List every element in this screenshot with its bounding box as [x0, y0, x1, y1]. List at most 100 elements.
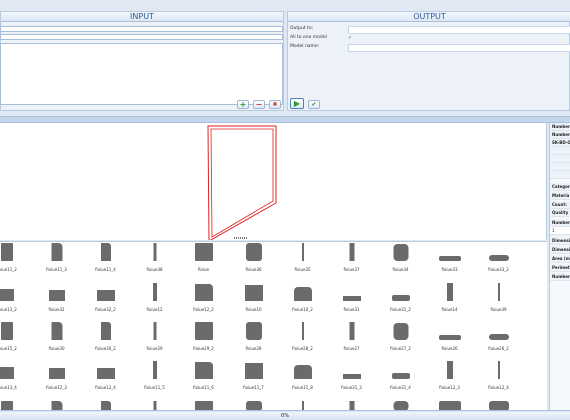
part-cell[interactable]: fixiue31_4: [376, 360, 425, 400]
part-cell[interactable]: [229, 400, 278, 410]
part-cell[interactable]: [425, 400, 474, 410]
property-row: Categor: [550, 183, 570, 191]
part-cell[interactable]: fixiue12_2: [179, 282, 228, 322]
input-file-list[interactable]: [0, 43, 283, 105]
output-to-input[interactable]: [348, 26, 570, 34]
input-field-2[interactable]: [0, 34, 283, 40]
part-thumbnail: [342, 374, 361, 379]
part-cell[interactable]: fixiue11_8: [278, 360, 327, 400]
part-cell[interactable]: [0, 400, 31, 410]
part-label: fixiue12: [146, 307, 163, 312]
part-thumbnail: [245, 322, 262, 340]
part-label: fixiue12_4: [488, 385, 509, 390]
part-cell[interactable]: fixiue38: [130, 242, 179, 282]
part-cell[interactable]: fixiue15_2: [0, 321, 31, 361]
progress-bar: 0%: [0, 412, 570, 420]
part-cell[interactable]: [179, 400, 228, 410]
property-row: [550, 171, 570, 179]
part-cell[interactable]: [474, 400, 523, 410]
part-cell[interactable]: fixiue11_5: [130, 360, 179, 400]
part-cell[interactable]: fixiue11_2: [0, 242, 31, 282]
part-label: fixiue11_2: [0, 267, 17, 272]
part-cell[interactable]: fixiue10: [229, 282, 278, 322]
part-cell[interactable]: fixiue31_3: [327, 360, 376, 400]
part-label: fixiue35: [294, 267, 311, 272]
part-cell[interactable]: fixiue36: [229, 242, 278, 282]
part-label: fixiue31_2: [390, 307, 411, 312]
part-label: fixiue28_2: [292, 346, 313, 351]
part-cell[interactable]: fixiue10_2: [278, 282, 327, 322]
part-thumbnail: [245, 401, 262, 410]
part-cell[interactable]: fixiue11_3: [32, 242, 81, 282]
part-cell[interactable]: fixiue28_2: [278, 321, 327, 361]
part-cell[interactable]: [376, 400, 425, 410]
part-cell[interactable]: fixiue13_2: [0, 282, 31, 322]
part-cell[interactable]: fixiue29_2: [179, 321, 228, 361]
property-row: Number: [550, 131, 570, 139]
property-row: Quality: [550, 209, 570, 217]
part-cell[interactable]: fixiue28: [229, 321, 278, 361]
part-cell[interactable]: fixiue27: [327, 321, 376, 361]
part-thumbnail: [0, 243, 13, 261]
part-cell[interactable]: fixiue39: [474, 282, 523, 322]
part-cell[interactable]: fixiue31: [327, 282, 376, 322]
part-cell[interactable]: [130, 400, 179, 410]
splitter-bar[interactable]: [0, 116, 570, 123]
part-cell[interactable]: fixiue26: [425, 321, 474, 361]
part-cell[interactable]: [32, 400, 81, 410]
part-cell[interactable]: fixiue12: [130, 282, 179, 322]
part-cell[interactable]: [327, 400, 376, 410]
property-row: [550, 163, 570, 171]
part-cell[interactable]: [81, 400, 130, 410]
model-name-input[interactable]: [348, 44, 570, 52]
part-cell[interactable]: [278, 400, 327, 410]
remove-button[interactable]: −: [253, 100, 265, 109]
part-cell[interactable]: fixiue12_3: [425, 360, 474, 400]
part-cell[interactable]: fixiue34: [376, 242, 425, 282]
add-button[interactable]: +: [237, 100, 249, 109]
part-label: fixiue26_2: [488, 346, 509, 351]
part-cell[interactable]: fixiue14: [425, 282, 474, 322]
input-header: INPUT: [1, 12, 283, 22]
part-thumbnail: [96, 290, 115, 301]
property-row: Materia: [550, 192, 570, 200]
part-cell[interactable]: fixiue13_4: [0, 360, 31, 400]
part-cell[interactable]: fixiue11_6: [179, 360, 228, 400]
part-cell[interactable]: fixiue26_2: [474, 321, 523, 361]
part-cell[interactable]: fixiue11_7: [229, 360, 278, 400]
part-label: fixiue12_3: [46, 385, 67, 390]
part-label: fixiue10: [245, 307, 262, 312]
part-cell[interactable]: fixiue31_2: [376, 282, 425, 322]
all-to-one-checkbox[interactable]: ✓: [348, 34, 352, 42]
part-cell[interactable]: fixiue35: [278, 242, 327, 282]
part-cell[interactable]: fixiue27_2: [376, 321, 425, 361]
part-cell[interactable]: fixiue33_2: [474, 242, 523, 282]
part-cell[interactable]: fixiue29: [130, 321, 179, 361]
part-cell[interactable]: fixiue37: [327, 242, 376, 282]
confirm-button[interactable]: ✔: [308, 100, 320, 109]
part-cell[interactable]: fixiue12_3: [32, 360, 81, 400]
property-row: Dimensi: [550, 246, 570, 254]
model-name-row: Model name:: [288, 43, 570, 52]
input-field-1[interactable]: [0, 26, 283, 32]
property-row[interactable]: 1: [550, 227, 570, 235]
part-label: fixiue28: [245, 346, 262, 351]
run-button[interactable]: ▶: [290, 98, 304, 109]
part-cell[interactable]: fixiue32: [32, 282, 81, 322]
part-cell[interactable]: fixiue12_4: [81, 360, 130, 400]
part-cell[interactable]: fixiue30: [32, 321, 81, 361]
part-label: fixiue33: [441, 267, 458, 272]
preview-splitter-handle[interactable]: [234, 237, 248, 239]
part-thumbnail: [245, 243, 262, 261]
part-thumbnail: [51, 401, 62, 410]
all-to-one-row: All to one model ✓: [288, 34, 570, 42]
part-cell[interactable]: fixiue33: [425, 242, 474, 282]
property-row: Number: [550, 123, 570, 131]
clear-button[interactable]: ✖: [269, 100, 281, 109]
part-cell[interactable]: fixiue12_4: [474, 360, 523, 400]
part-cell[interactable]: fixiue: [179, 242, 228, 282]
part-cell[interactable]: fixiue32_2: [81, 282, 130, 322]
part-label: fixiue29_2: [193, 346, 214, 351]
part-cell[interactable]: fixiue11_4: [81, 242, 130, 282]
part-cell[interactable]: fixiue30_2: [81, 321, 130, 361]
